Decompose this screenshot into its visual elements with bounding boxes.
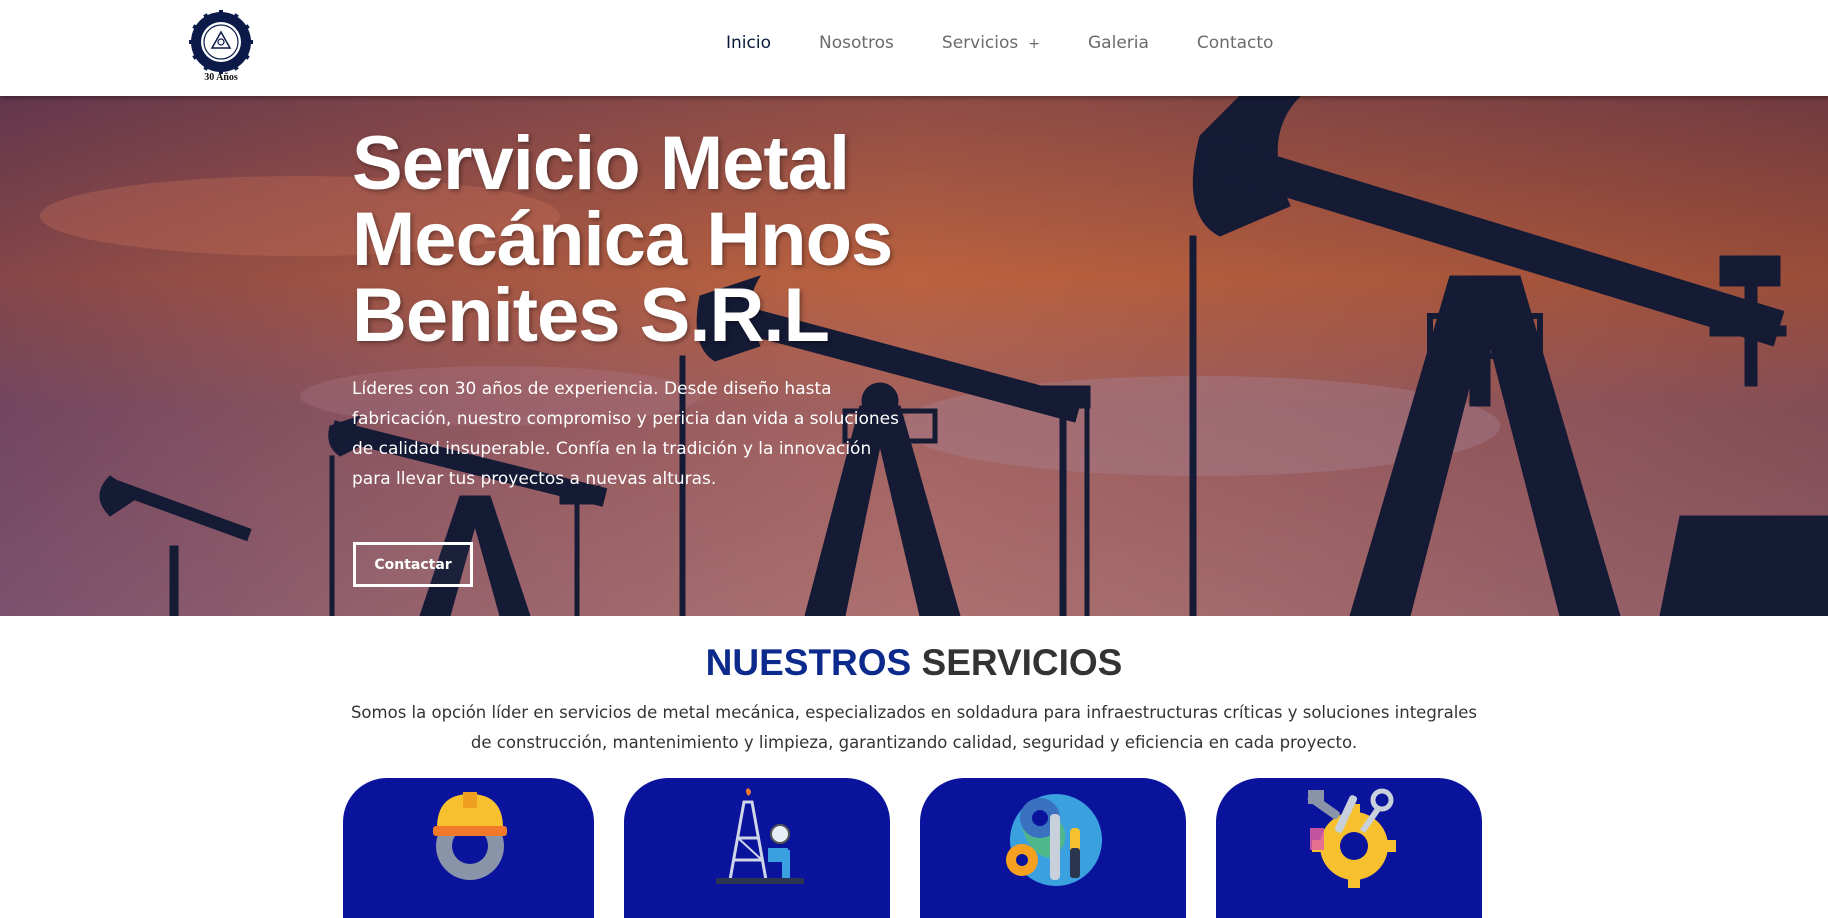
nav-item-galeria[interactable]: Galeria	[1088, 33, 1149, 53]
hero-section: Servicio Metal Mecánica Hnos Benites S.R…	[0, 96, 1828, 616]
nav-item-contacto[interactable]: Contacto	[1197, 33, 1274, 53]
logo-caption: 30 Años	[204, 72, 238, 83]
tools-globe-icon	[1006, 794, 1102, 886]
hero-description: Líderes con 30 años de experiencia. Desd…	[352, 379, 899, 489]
hero-title: Servicio Metal Mecánica Hnos Benites S.R…	[352, 121, 893, 358]
site-header: 30 Años Inicio Nosotros Servicios + Galer…	[0, 0, 1828, 96]
oil-rig-icon	[716, 788, 804, 884]
service-card-3[interactable]	[920, 778, 1186, 918]
services-description: Somos la opción líder en servicios de me…	[350, 703, 1478, 752]
nav-item-inicio[interactable]: Inicio	[726, 33, 771, 53]
nav-item-servicios[interactable]: Servicios +	[942, 33, 1040, 53]
hardhat-gear-icon	[433, 792, 507, 880]
plus-icon: +	[1028, 36, 1040, 52]
nav-item-nosotros[interactable]: Nosotros	[819, 33, 894, 53]
tools-gear-icon	[1307, 788, 1396, 888]
contactar-button[interactable]: Contactar	[353, 542, 473, 587]
nav-item-servicios-label: Servicios	[941, 33, 1019, 53]
service-card-4[interactable]	[1216, 778, 1482, 918]
services-heading-part2: SERVICIOS	[921, 642, 1123, 683]
main-nav: Inicio Nosotros Servicios + Galeria Conta…	[726, 33, 1321, 53]
company-logo[interactable]: 30 Años	[188, 10, 254, 83]
service-card-1[interactable]	[343, 778, 594, 918]
services-heading: NUESTROS SERVICIOS	[0, 642, 1828, 684]
services-heading-part1: NUESTROS	[705, 642, 912, 683]
oil-pumpjacks-sunset-image	[0, 96, 1828, 616]
service-card-2[interactable]	[624, 778, 890, 918]
gear-seal-icon	[189, 10, 253, 74]
